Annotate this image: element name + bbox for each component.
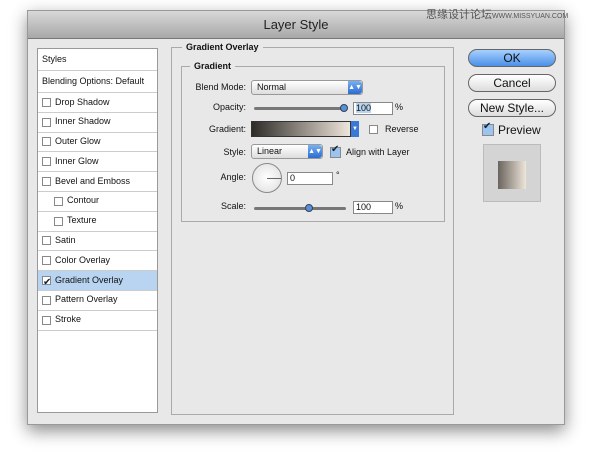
blend-mode-value: Normal — [257, 82, 287, 92]
style-checkbox[interactable] — [42, 295, 51, 305]
style-item-outer-glow[interactable]: Outer Glow — [38, 133, 157, 153]
style-checkbox[interactable] — [54, 196, 63, 206]
opacity-slider[interactable] — [254, 104, 348, 112]
blend-mode-select[interactable]: Normal ▲▼ — [251, 80, 363, 95]
style-checkbox[interactable] — [54, 216, 63, 226]
style-checkbox[interactable] — [42, 236, 51, 246]
style-checkbox[interactable] — [42, 273, 51, 293]
watermark: 思缘设计论坛WWW.MISSYUAN.COM — [426, 9, 568, 23]
style-label: Style: — [223, 147, 246, 157]
style-item-gradient-overlay[interactable]: Gradient Overlay — [38, 271, 157, 293]
style-item-drop-shadow[interactable]: Drop Shadow — [38, 93, 157, 113]
style-item-label: Satin — [55, 235, 76, 246]
preview-label: Preview — [498, 123, 541, 137]
opacity-unit: % — [395, 102, 404, 112]
style-checkbox[interactable] — [42, 315, 51, 325]
style-item-label: Color Overlay — [55, 254, 111, 265]
styles-list: Styles Blending Options: Default Drop Sh… — [37, 48, 158, 413]
cancel-button[interactable]: Cancel — [468, 74, 556, 92]
angle-unit: ° — [336, 170, 340, 180]
style-item-label: Outer Glow — [55, 136, 101, 147]
reverse-checkbox[interactable] — [369, 125, 378, 134]
blending-options[interactable]: Blending Options: Default — [38, 71, 157, 93]
gradient-picker[interactable] — [251, 121, 351, 137]
group-title: Gradient — [190, 61, 236, 71]
style-item-label: Stroke — [55, 314, 82, 325]
preview-checkbox[interactable] — [482, 121, 494, 136]
style-item-label: Bevel and Emboss — [55, 175, 131, 186]
style-checkbox[interactable] — [42, 137, 51, 147]
blend-mode-label: Blend Mode: — [195, 82, 246, 92]
styles-header[interactable]: Styles — [38, 49, 157, 71]
style-item-color-overlay[interactable]: Color Overlay — [38, 251, 157, 272]
preview-swatch — [498, 161, 526, 189]
preview-thumbnail — [483, 144, 541, 202]
updown-arrow-icon: ▲▼ — [308, 145, 322, 158]
opacity-slider-knob[interactable] — [340, 104, 348, 112]
angle-input[interactable]: 0 — [287, 172, 333, 185]
style-item-label: Contour — [67, 195, 100, 206]
opacity-input[interactable]: 100 — [353, 102, 393, 115]
scale-label: Scale: — [220, 201, 246, 211]
style-item-label: Texture — [67, 215, 97, 226]
scale-input[interactable]: 100 — [353, 201, 393, 214]
scale-slider-knob[interactable] — [305, 204, 313, 212]
updown-arrow-icon: ▲▼ — [348, 81, 362, 94]
gradient-overlay-panel: Gradient Overlay Gradient Blend Mode: No… — [171, 42, 454, 415]
watermark-cn: 思缘设计论坛 — [426, 9, 492, 21]
style-checkbox[interactable] — [42, 117, 51, 127]
layer-style-dialog: Layer Style Styles Blending Options: Def… — [27, 10, 565, 425]
style-item-bevel-and-emboss[interactable]: Bevel and Emboss — [38, 172, 157, 192]
scale-slider[interactable] — [254, 204, 346, 212]
angle-dial[interactable] — [252, 163, 282, 193]
angle-label: Angle: — [220, 172, 246, 182]
reverse-label: Reverse — [385, 124, 419, 134]
style-checkbox[interactable] — [42, 256, 51, 266]
style-item-inner-shadow[interactable]: Inner Shadow — [38, 113, 157, 133]
panel-title: Gradient Overlay — [182, 42, 263, 52]
style-select[interactable]: Linear ▲▼ — [251, 144, 323, 159]
style-item-label: Pattern Overlay — [55, 294, 118, 305]
align-with-layer-label: Align with Layer — [346, 147, 410, 157]
style-item-texture[interactable]: Texture — [38, 212, 157, 232]
gradient-group: Gradient Blend Mode: Normal ▲▼ Opacity: 1… — [181, 61, 445, 222]
style-item-inner-glow[interactable]: Inner Glow — [38, 152, 157, 173]
opacity-value: 100 — [356, 103, 372, 113]
gradient-label: Gradient: — [208, 124, 246, 134]
style-item-stroke[interactable]: Stroke — [38, 311, 157, 331]
style-item-label: Inner Shadow — [55, 116, 111, 127]
style-value: Linear — [257, 146, 283, 156]
style-item-label: Inner Glow — [55, 155, 99, 166]
ok-button[interactable]: OK — [468, 49, 556, 67]
opacity-label: Opacity: — [212, 102, 246, 112]
style-checkbox[interactable] — [42, 177, 51, 187]
style-item-label: Gradient Overlay — [55, 274, 124, 285]
align-with-layer-checkbox[interactable] — [330, 144, 341, 158]
style-checkbox[interactable] — [42, 157, 51, 167]
gradient-dropdown-arrow-icon[interactable]: ▼ — [351, 121, 359, 137]
style-item-pattern-overlay[interactable]: Pattern Overlay — [38, 291, 157, 311]
scale-unit: % — [395, 201, 404, 211]
style-item-contour[interactable]: Contour — [38, 192, 157, 212]
angle-dial-needle — [267, 178, 281, 179]
new-style-button[interactable]: New Style... — [468, 99, 556, 117]
style-item-label: Drop Shadow — [55, 96, 110, 107]
style-item-satin[interactable]: Satin — [38, 232, 157, 252]
watermark-url: WWW.MISSYUAN.COM — [492, 13, 569, 20]
style-checkbox[interactable] — [42, 97, 51, 107]
